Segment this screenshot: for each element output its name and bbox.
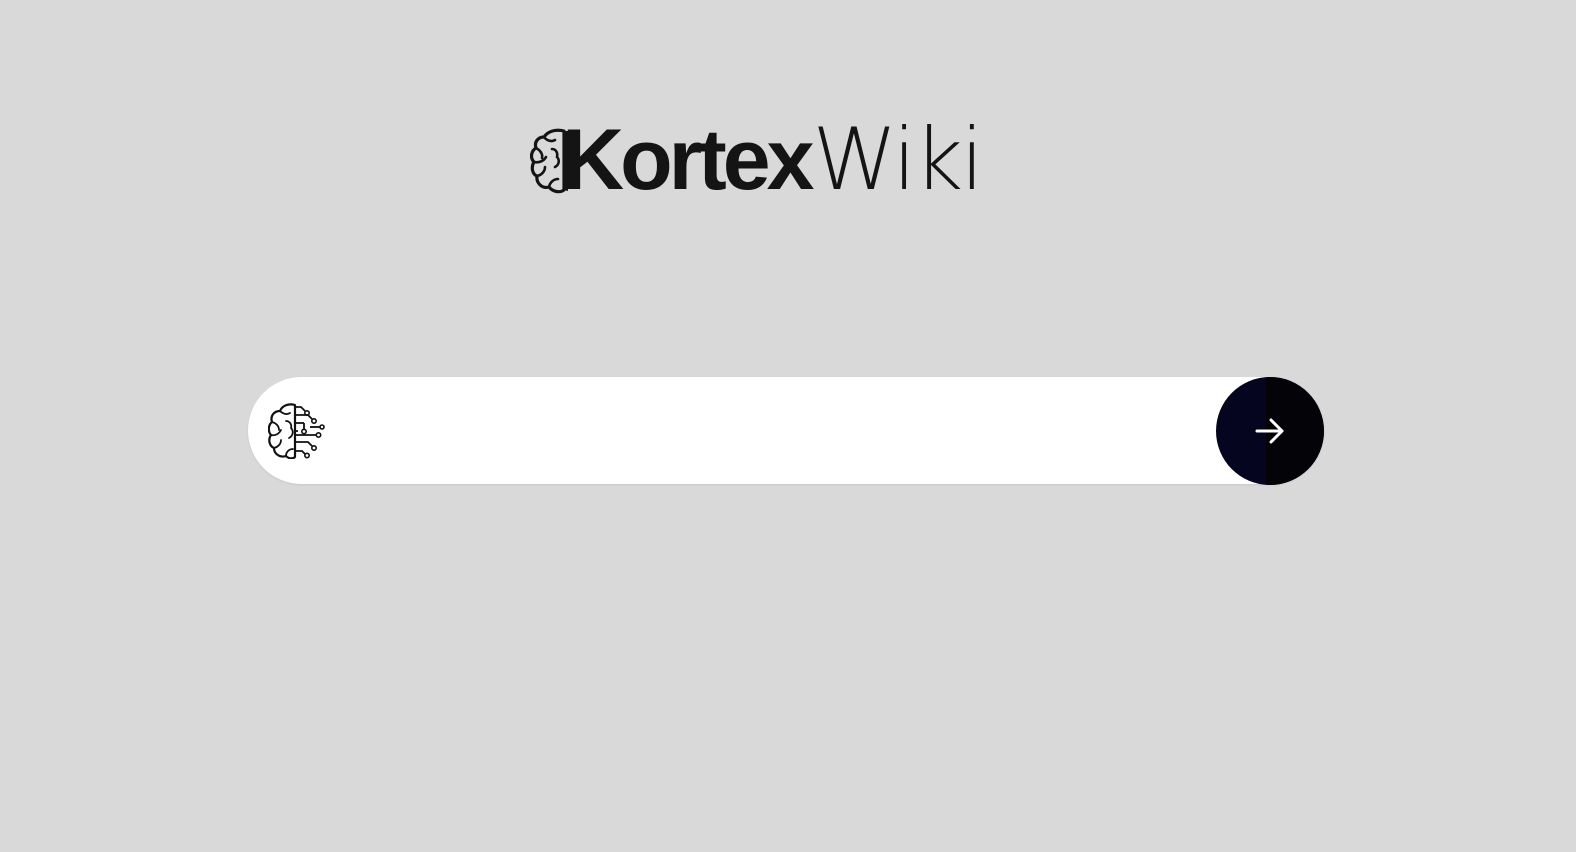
arrow-right-icon <box>1255 418 1284 444</box>
brain-circuit-icon <box>268 403 325 459</box>
logo-brand-light: Wiki <box>812 110 984 210</box>
submit-button[interactable] <box>1216 377 1324 485</box>
search-input[interactable] <box>344 399 1208 463</box>
page: Kortex Wiki <box>0 0 1576 852</box>
logo[interactable]: Kortex Wiki <box>530 110 984 210</box>
search-bar <box>248 377 1324 485</box>
logo-brand-bold: Kortex <box>562 112 814 208</box>
